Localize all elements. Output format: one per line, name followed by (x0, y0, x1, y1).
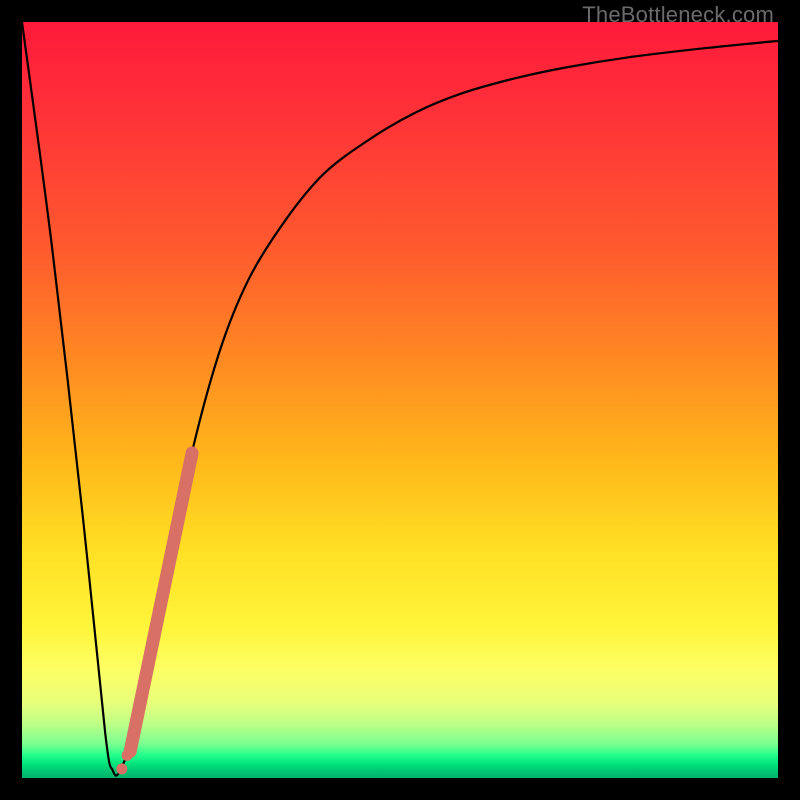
chart-frame: TheBottleneck.com (0, 0, 800, 800)
watermark-text: TheBottleneck.com (582, 2, 774, 28)
accent-segment (130, 453, 192, 752)
accent-dot (122, 750, 133, 761)
accent-dot (116, 763, 127, 774)
chart-svg (22, 22, 778, 778)
accent-dot (128, 727, 139, 738)
bottleneck-curve (22, 22, 778, 776)
